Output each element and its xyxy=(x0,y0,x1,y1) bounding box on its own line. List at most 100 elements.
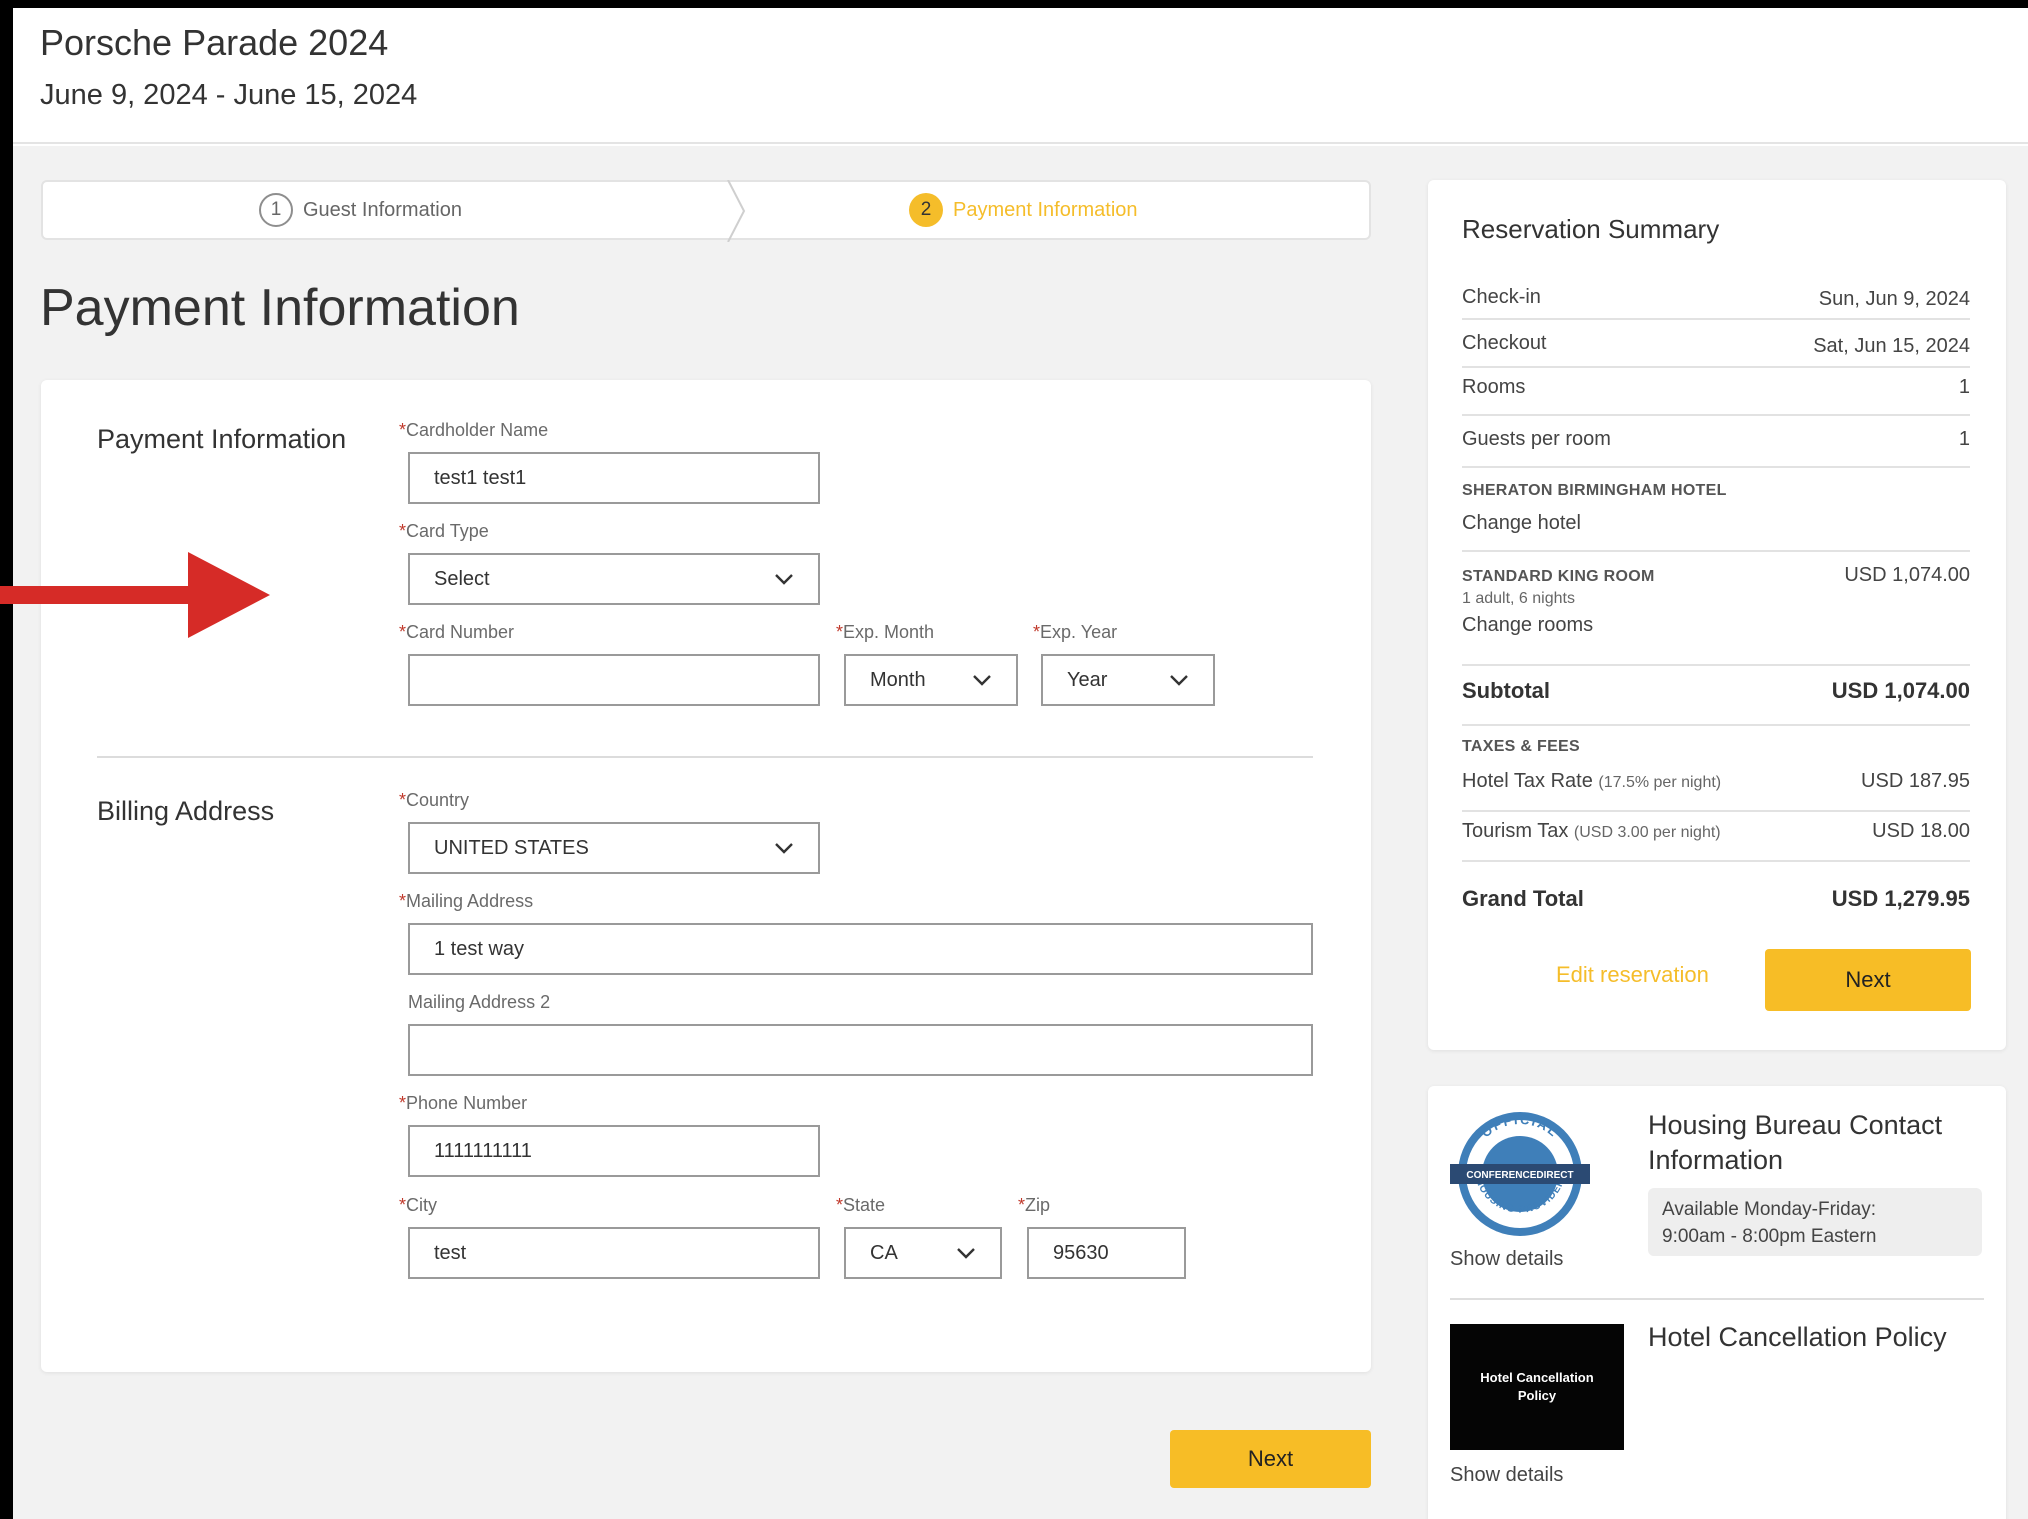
card-type-value: Select xyxy=(434,567,490,590)
exp-year-value: Year xyxy=(1067,668,1108,691)
rooms-label: Rooms xyxy=(1462,376,1526,398)
hotel-tax-label: Hotel Tax Rate xyxy=(1462,770,1593,792)
summary-divider xyxy=(1462,810,1970,812)
availability-hours: 9:00am - 8:00pm Eastern xyxy=(1662,1226,1877,1247)
checkout-row: Checkout Sat, Jun 15, 2024 xyxy=(1462,332,1970,357)
room-type: STANDARD KING ROOM xyxy=(1462,568,1655,585)
state-select[interactable]: CA xyxy=(844,1227,1002,1279)
card-number-input[interactable] xyxy=(408,654,820,706)
payment-form-card: Payment Information *Cardholder Name tes… xyxy=(41,380,1371,1372)
cardholder-name-input[interactable]: test1 test1 xyxy=(408,452,820,504)
svg-text:CONFERENCEDIRECT: CONFERENCEDIRECT xyxy=(1466,1170,1573,1181)
exp-month-label: *Exp. Month xyxy=(836,622,935,642)
tourism-tax-note: (USD 3.00 per night) xyxy=(1573,824,1721,841)
grand-total-row: Grand Total USD 1,279.95 xyxy=(1462,886,1970,912)
change-hotel-link[interactable]: Change hotel xyxy=(1462,512,1970,535)
exp-year-select[interactable]: Year xyxy=(1041,654,1215,706)
official-provider-seal-icon: OFFICIAL HOUSING PROVIDER CONFERENCEDIRE… xyxy=(1450,1112,1590,1236)
room-type-row: STANDARD KING ROOM USD 1,074.00 xyxy=(1462,564,1970,587)
state-value: CA xyxy=(870,1241,898,1264)
grand-total-label: Grand Total xyxy=(1462,886,1584,911)
hotel-tax-row: Hotel Tax Rate (17.5% per night) USD 187… xyxy=(1462,770,1970,793)
billing-section-title: Billing Address xyxy=(97,796,275,826)
summary-divider xyxy=(1462,466,1970,468)
summary-title: Reservation Summary xyxy=(1462,214,1720,244)
summary-divider xyxy=(1462,550,1970,552)
phone-number-value: 1111111111 xyxy=(434,1139,532,1162)
subtotal-value: USD 1,074.00 xyxy=(1831,678,1970,703)
event-header: Porsche Parade 2024 June 9, 2024 - June … xyxy=(13,8,2028,144)
subtotal-row: Subtotal USD 1,074.00 xyxy=(1462,678,1970,704)
housing-contact-card: OFFICIAL HOUSING PROVIDER CONFERENCEDIRE… xyxy=(1428,1086,2006,1519)
mailing-address-value: 1 test way xyxy=(434,937,525,960)
section-divider xyxy=(97,756,1313,758)
mailing-address-input[interactable]: 1 test way xyxy=(408,923,1313,975)
next-button[interactable]: Next xyxy=(1170,1430,1371,1488)
change-rooms-link[interactable]: Change rooms xyxy=(1462,614,1970,637)
country-select[interactable]: UNITED STATES xyxy=(408,822,820,874)
step-label: Payment Information xyxy=(953,198,1138,221)
zip-input[interactable]: 95630 xyxy=(1027,1227,1186,1279)
card-type-label: *Card Type xyxy=(399,521,489,541)
step-number-2: 2 xyxy=(909,193,943,227)
country-value: UNITED STATES xyxy=(434,836,589,859)
summary-divider xyxy=(1462,318,1970,320)
guests-value: 1 xyxy=(1958,428,1970,450)
room-detail: 1 adult, 6 nights xyxy=(1462,590,1575,607)
mailing-address-2-label: Mailing Address 2 xyxy=(408,992,551,1012)
chevron-down-icon xyxy=(957,1248,975,1259)
cancellation-policy-title: Hotel Cancellation Policy xyxy=(1648,1322,1947,1352)
cancellation-policy-image: Hotel Cancellation Policy xyxy=(1450,1324,1624,1450)
city-input[interactable]: test xyxy=(408,1227,820,1279)
hotel-tax-value: USD 187.95 xyxy=(1861,770,1970,792)
zip-value: 95630 xyxy=(1053,1241,1109,1264)
page-title: Payment Information xyxy=(40,279,520,337)
city-label: *City xyxy=(399,1195,438,1215)
step-label: Guest Information xyxy=(303,198,462,221)
rooms-row: Rooms 1 xyxy=(1462,376,1970,399)
progress-stepper: 1 Guest Information 2 Payment Informatio… xyxy=(41,180,1371,242)
hotel-name: SHERATON BIRMINGHAM HOTEL xyxy=(1462,482,1727,499)
event-title: Porsche Parade 2024 xyxy=(40,22,389,63)
edit-reservation-link[interactable]: Edit reservation xyxy=(1556,962,1709,988)
card-number-label: *Card Number xyxy=(399,622,515,642)
step-guest-information[interactable]: 1 Guest Information xyxy=(259,182,462,238)
summary-divider xyxy=(1462,724,1970,726)
summary-divider xyxy=(1462,664,1970,666)
city-value: test xyxy=(434,1241,467,1264)
summary-divider xyxy=(1462,366,1970,368)
step-payment-information[interactable]: 2 Payment Information xyxy=(909,182,1138,238)
mailing-address-2-input[interactable] xyxy=(408,1024,1313,1076)
country-label: *Country xyxy=(399,790,470,810)
contact-title: Housing Bureau Contact Information xyxy=(1648,1110,1943,1175)
zip-label: *Zip xyxy=(1018,1195,1051,1215)
chevron-down-icon xyxy=(1170,675,1188,686)
card-type-select[interactable]: Select xyxy=(408,553,820,605)
red-arrow-icon xyxy=(0,552,270,638)
cardholder-name-value: test1 test1 xyxy=(434,466,527,489)
taxes-fees-heading: TAXES & FEES xyxy=(1462,738,1580,755)
tourism-tax-value: USD 18.00 xyxy=(1872,820,1970,842)
step-number-1: 1 xyxy=(259,193,293,227)
contact-show-details-link[interactable]: Show details xyxy=(1450,1248,1563,1271)
availability-days: Available Monday-Friday: xyxy=(1662,1199,1877,1220)
availability-box: Available Monday-Friday: 9:00am - 8:00pm… xyxy=(1648,1188,1982,1256)
checkin-row: Check-in Sun, Jun 9, 2024 xyxy=(1462,286,1970,310)
tourism-tax-label: Tourism Tax xyxy=(1462,820,1569,842)
payment-section-title: Payment Information xyxy=(97,424,347,454)
policy-show-details-link[interactable]: Show details xyxy=(1450,1464,1563,1487)
phone-number-input[interactable]: 1111111111 xyxy=(408,1125,820,1177)
tourism-tax-row: Tourism Tax (USD 3.00 per night) USD 18.… xyxy=(1462,820,1970,843)
chevron-down-icon xyxy=(973,675,991,686)
exp-month-select[interactable]: Month xyxy=(844,654,1018,706)
chevron-down-icon xyxy=(775,574,793,585)
hotel-tax-note: (17.5% per night) xyxy=(1598,774,1722,791)
mailing-address-label: *Mailing Address xyxy=(399,891,534,911)
checkout-label: Checkout xyxy=(1462,332,1547,354)
chevron-down-icon xyxy=(775,843,793,854)
summary-next-button[interactable]: Next xyxy=(1765,949,1971,1011)
reservation-summary-card: Reservation Summary Check-in Sun, Jun 9,… xyxy=(1428,180,2006,1050)
exp-month-value: Month xyxy=(870,668,926,691)
checkin-value: Sun, Jun 9, 2024 xyxy=(1818,288,1970,310)
exp-year-label: *Exp. Year xyxy=(1033,622,1118,642)
